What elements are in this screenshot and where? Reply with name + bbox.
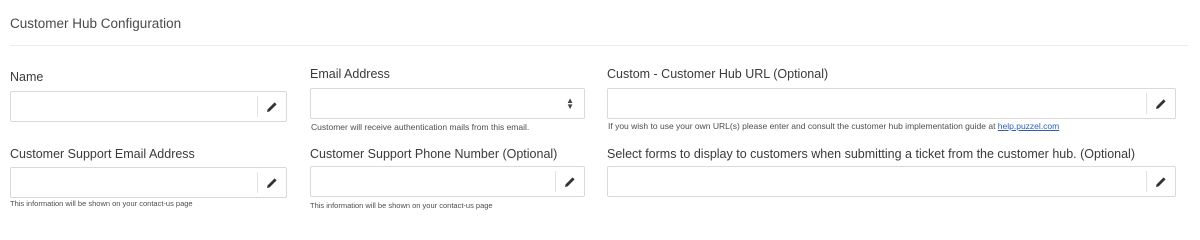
customer-hub-configuration-panel: Customer Hub Configuration Name Email Ad…: [0, 0, 1200, 216]
support-phone-label: Customer Support Phone Number (Optional): [310, 147, 558, 161]
email-address-help: Customer will receive authentication mai…: [311, 122, 530, 132]
sort-arrows-icon: ▲ ▼: [566, 95, 574, 111]
name-field[interactable]: [10, 91, 287, 122]
pencil-icon: [1156, 176, 1166, 187]
pencil-icon: [1156, 98, 1166, 109]
pencil-icon: [565, 176, 575, 187]
pencil-icon: [267, 101, 277, 112]
support-email-edit-button[interactable]: [257, 172, 286, 193]
pencil-icon: [267, 177, 277, 188]
support-email-label: Customer Support Email Address: [10, 147, 195, 161]
custom-url-help-text: If you wish to use your own URL(s) pleas…: [608, 121, 998, 131]
support-phone-field[interactable]: [310, 166, 585, 197]
email-address-select[interactable]: ▲ ▼: [310, 88, 585, 119]
support-email-help: This information will be shown on your c…: [10, 199, 193, 208]
forms-label: Select forms to display to customers whe…: [607, 147, 1135, 161]
custom-url-help: If you wish to use your own URL(s) pleas…: [608, 121, 1059, 131]
section-title: Customer Hub Configuration: [10, 16, 182, 31]
email-address-label: Email Address: [310, 67, 390, 81]
name-edit-button[interactable]: [257, 96, 286, 117]
forms-edit-button[interactable]: [1146, 171, 1175, 192]
support-email-field[interactable]: [10, 167, 287, 198]
custom-url-field[interactable]: [607, 88, 1176, 119]
name-label: Name: [10, 70, 44, 84]
section-divider: [10, 45, 1188, 46]
support-phone-edit-button[interactable]: [555, 171, 584, 192]
forms-select-field[interactable]: [607, 166, 1176, 197]
help-puzzel-link[interactable]: help.puzzel.com: [998, 121, 1059, 131]
custom-url-edit-button[interactable]: [1146, 93, 1175, 114]
custom-url-label: Custom - Customer Hub URL (Optional): [607, 67, 829, 81]
support-phone-help: This information will be shown on your c…: [310, 201, 493, 210]
